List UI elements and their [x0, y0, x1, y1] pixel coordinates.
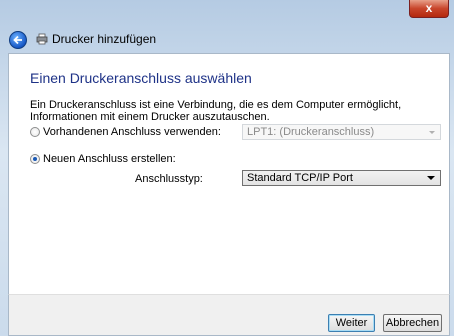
cancel-button[interactable]: Abbrechen — [383, 314, 442, 332]
back-arrow-icon[interactable] — [9, 31, 27, 49]
existing-port-select[interactable]: LPT1: (Druckeranschluss) — [242, 124, 441, 140]
close-button[interactable]: x — [409, 0, 449, 18]
printer-icon — [36, 33, 48, 45]
page-description: Ein Druckeranschluss ist eine Verbindung… — [30, 99, 402, 123]
new-port-label[interactable]: Neuen Anschluss erstellen: — [43, 153, 176, 165]
existing-port-value: LPT1: (Druckeranschluss) — [247, 126, 375, 138]
page-title: Einen Druckeranschluss auswählen — [30, 70, 252, 86]
left-arrow-icon — [13, 35, 22, 45]
chevron-down-icon — [427, 176, 435, 180]
window-title: Drucker hinzufügen — [52, 32, 157, 46]
existing-port-label[interactable]: Vorhandenen Anschluss verwenden: — [43, 126, 221, 138]
close-icon: x — [425, 1, 433, 15]
chevron-down-icon — [429, 131, 435, 134]
port-type-value: Standard TCP/IP Port — [247, 172, 353, 184]
title-bar: Drucker hinzufügen x — [0, 0, 454, 52]
existing-port-radio[interactable] — [30, 127, 40, 137]
add-printer-window: Drucker hinzufügen x Einen Druckeranschl… — [0, 0, 454, 336]
new-port-radio[interactable] — [30, 154, 40, 164]
port-type-select[interactable]: Standard TCP/IP Port — [242, 170, 441, 186]
port-type-label: Anschlusstyp: — [135, 173, 203, 185]
next-button[interactable]: Weiter — [328, 314, 375, 332]
